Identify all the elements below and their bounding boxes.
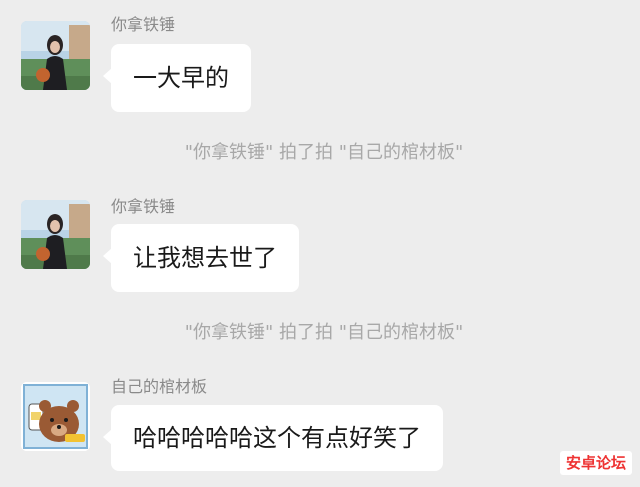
pat-notice: "你拿铁锤" 拍了拍 "自己的棺材板" bbox=[0, 141, 640, 165]
message-text: 哈哈哈哈哈这个有点好笑了 bbox=[133, 424, 421, 452]
pat-notice-text: "你拿铁锤" 拍了拍 "自己的棺材板" bbox=[184, 142, 464, 163]
message-bubble[interactable]: 一大早的 bbox=[103, 44, 251, 112]
sender-name: 你拿铁锤 bbox=[111, 197, 176, 216]
pat-notice-text: "你拿铁锤" 拍了拍 "自己的棺材板" bbox=[184, 322, 464, 343]
message-text: 让我想去世了 bbox=[133, 244, 277, 272]
sender-name: 自己的棺材板 bbox=[111, 377, 208, 396]
avatar-bear[interactable] bbox=[21, 382, 90, 451]
message-bubble[interactable]: 让我想去世了 bbox=[103, 224, 299, 292]
avatar-girl[interactable] bbox=[21, 21, 90, 90]
message-bubble[interactable]: 哈哈哈哈哈这个有点好笑了 bbox=[103, 405, 443, 471]
sender-name: 你拿铁锤 bbox=[111, 15, 176, 34]
watermark: 安卓论坛 bbox=[559, 451, 632, 475]
pat-notice: "你拿铁锤" 拍了拍 "自己的棺材板" bbox=[0, 321, 640, 345]
message-text: 一大早的 bbox=[133, 64, 229, 92]
avatar-girl[interactable] bbox=[21, 200, 90, 269]
